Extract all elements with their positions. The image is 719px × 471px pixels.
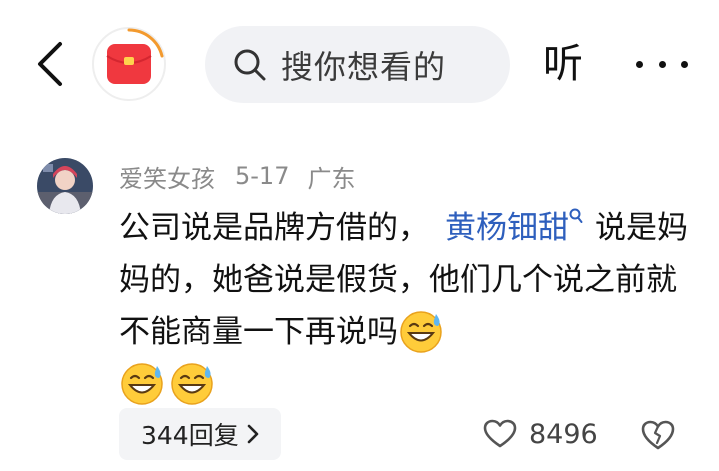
grinning-sweat-emoji bbox=[400, 310, 442, 353]
comment-location: 广东 bbox=[307, 164, 356, 193]
listen-button[interactable]: 听 bbox=[543, 38, 583, 90]
reply-button[interactable]: 344回复 bbox=[119, 408, 281, 460]
like-count: 8496 bbox=[529, 418, 598, 450]
more-horizontal-icon bbox=[681, 60, 688, 68]
comment-date: 5-17 bbox=[235, 162, 290, 190]
chevron-left-icon bbox=[38, 42, 62, 86]
top-bar: 搜你想看的 听 bbox=[0, 0, 719, 128]
like-button[interactable]: 8496 bbox=[483, 414, 598, 454]
chevron-right-icon bbox=[247, 424, 259, 444]
more-button[interactable] bbox=[636, 48, 688, 80]
more-horizontal-icon bbox=[636, 60, 643, 68]
red-packet-button[interactable] bbox=[91, 26, 167, 102]
heart-outline-icon bbox=[483, 419, 517, 448]
mention-search-icon bbox=[569, 208, 583, 223]
comment-text-part1: 公司说是品牌方借的， bbox=[119, 210, 429, 246]
search-placeholder: 搜你想看的 bbox=[281, 47, 447, 86]
more-horizontal-icon bbox=[658, 60, 666, 68]
search-bar[interactable]: 搜你想看的 bbox=[205, 26, 510, 103]
back-button[interactable] bbox=[26, 38, 74, 90]
red-packet-icon bbox=[92, 27, 166, 101]
grinning-sweat-emoji bbox=[121, 362, 163, 405]
dislike-button[interactable] bbox=[640, 417, 676, 453]
reply-label: 344回复 bbox=[141, 421, 239, 450]
mention-link[interactable]: 黄杨钿甜 bbox=[445, 210, 569, 246]
comment-body: 公司说是品牌方借的， 黄杨钿甜 说是妈妈的，她爸说是假货，他们几个说之前就不能商量一… bbox=[119, 202, 694, 410]
grinning-sweat-emoji bbox=[171, 362, 213, 405]
comment-meta: 爱笑女孩 5-17 广东 bbox=[119, 159, 356, 194]
broken-heart-icon bbox=[641, 420, 675, 450]
username[interactable]: 爱笑女孩 bbox=[119, 159, 215, 194]
avatar[interactable] bbox=[37, 158, 93, 214]
search-icon bbox=[232, 47, 268, 83]
